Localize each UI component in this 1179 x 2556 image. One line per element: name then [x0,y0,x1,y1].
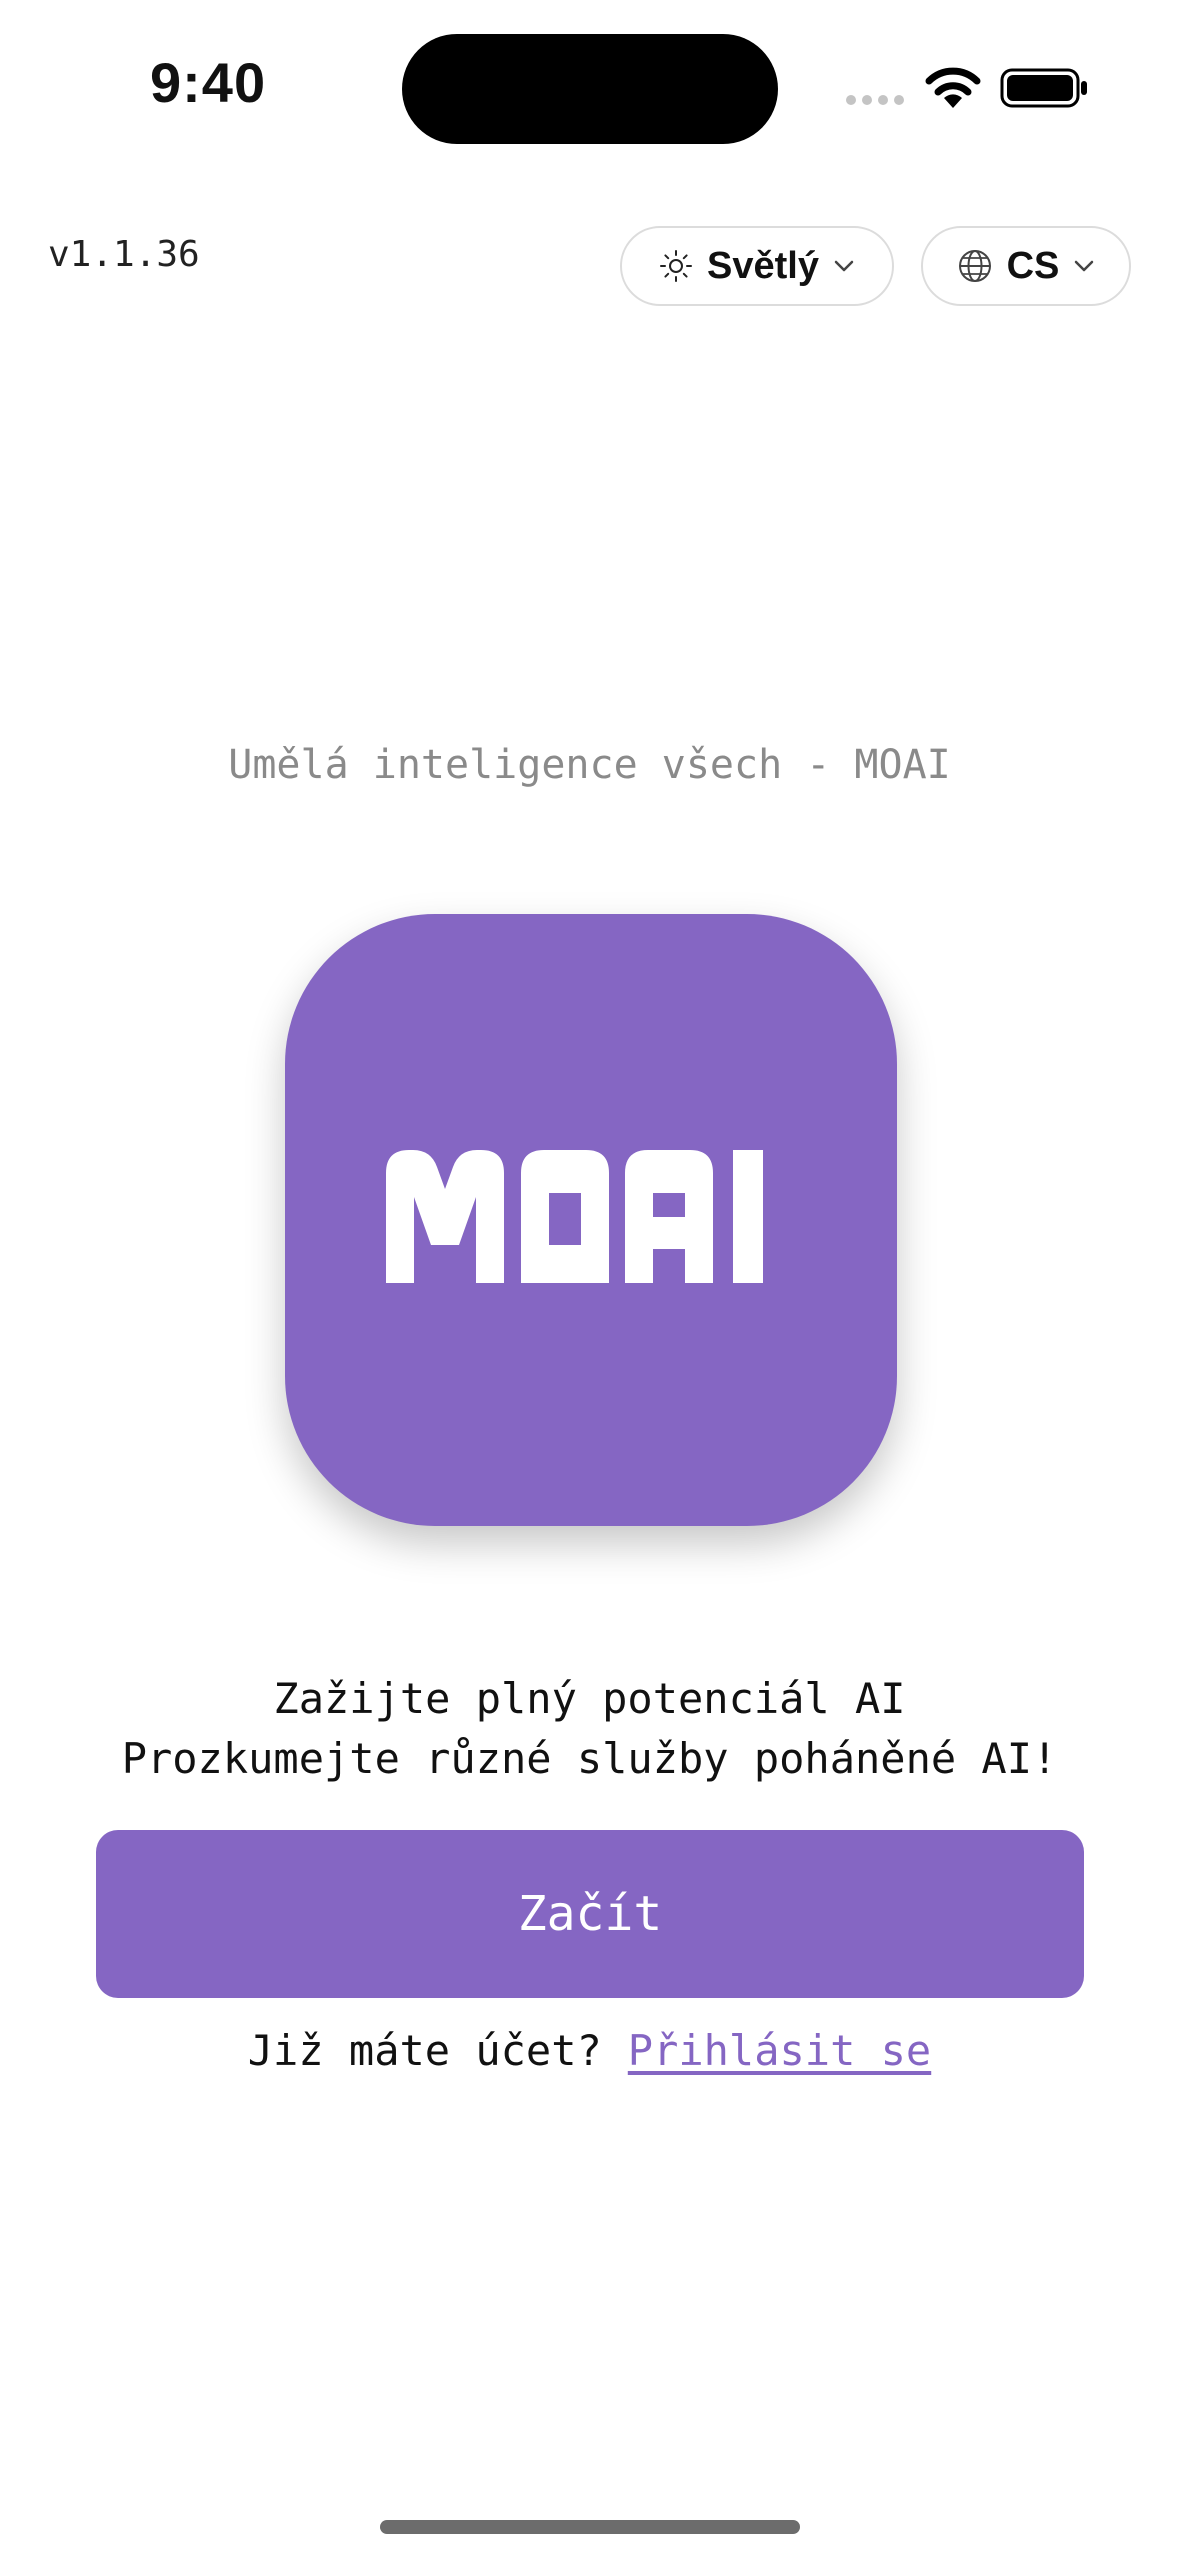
start-button[interactable]: Začít [96,1830,1084,1998]
wifi-icon [925,67,981,108]
dynamic-island [402,34,778,144]
chevron-down-icon [834,260,854,272]
chevron-down-icon [1075,260,1094,272]
cellular-signal-icon [846,95,904,105]
theme-label: Světlý [707,244,819,287]
battery-icon [1000,68,1087,108]
login-row: Již máte účet? Přihlásit se [0,2026,1179,2075]
language-label: CS [1006,244,1060,287]
app-logo [285,914,897,1526]
subtitle-line-2: Prozkumejte různé služby poháněné AI! [121,1734,1058,1783]
login-link[interactable]: Přihlásit se [628,2026,931,2075]
moai-logo-wordmark [386,1150,763,1283]
language-selector[interactable]: CS [921,226,1131,306]
tagline: Umělá inteligence všech - MOAI [228,742,951,788]
status-time: 9:40 [150,51,267,114]
globe-icon [958,250,991,282]
home-indicator[interactable] [380,2520,800,2534]
status-bar: 9:40 [0,0,1179,180]
subtitle-line-1: Zažijte plný potenciál AI [273,1674,906,1723]
theme-selector[interactable]: Světlý [620,226,894,306]
login-prompt: Již máte účet? [247,2026,602,2075]
sun-icon [660,250,693,282]
version-label: v1.1.36 [48,234,200,275]
